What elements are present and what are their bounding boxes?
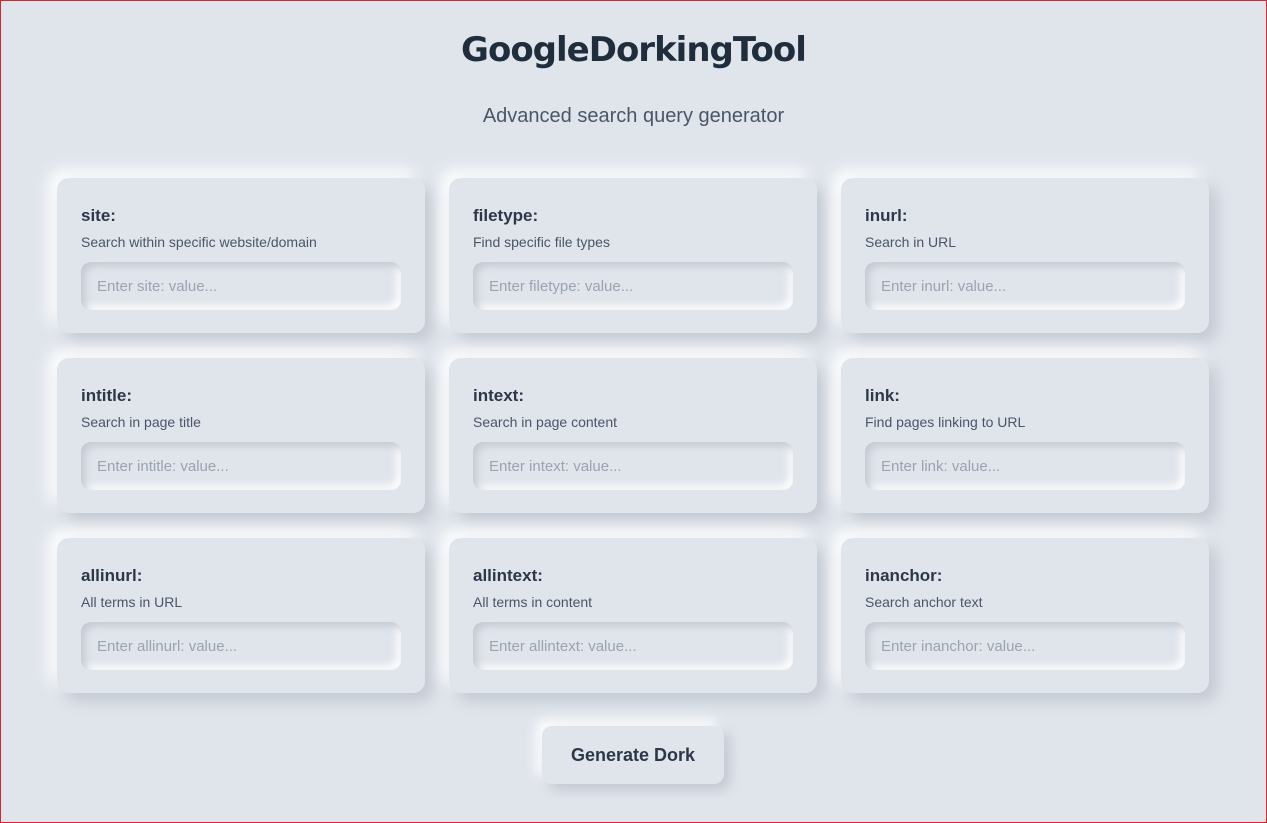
operator-description: Find pages linking to URL — [865, 414, 1026, 430]
operator-card-inanchor: inanchor: Search anchor text — [841, 538, 1209, 693]
operator-card-intitle: intitle: Search in page title — [57, 358, 425, 513]
operator-description: Search within specific website/domain — [81, 234, 317, 250]
inanchor-input[interactable] — [865, 622, 1185, 670]
site-input[interactable] — [81, 262, 401, 310]
operator-description: All terms in URL — [81, 594, 183, 610]
operator-description: Search in page title — [81, 414, 201, 430]
inurl-input[interactable] — [865, 262, 1185, 310]
operator-card-allinurl: allinurl: All terms in URL — [57, 538, 425, 693]
operator-label: intitle: — [81, 386, 132, 405]
operator-label: inanchor: — [865, 566, 943, 585]
operator-card-link: link: Find pages linking to URL — [841, 358, 1209, 513]
operator-label: allinurl: — [81, 566, 143, 585]
link-input[interactable] — [865, 442, 1185, 490]
operator-card-intext: intext: Search in page content — [449, 358, 817, 513]
operator-label: inurl: — [865, 206, 908, 225]
operator-description: All terms in content — [473, 594, 593, 610]
operator-label: link: — [865, 386, 900, 405]
generate-dork-button[interactable]: Generate Dork — [542, 726, 724, 784]
operator-description: Search in URL — [865, 234, 957, 250]
intitle-input[interactable] — [81, 442, 401, 490]
operator-description: Find specific file types — [473, 234, 610, 250]
operator-label: site: — [81, 206, 116, 225]
page-subtitle: Advanced search query generator — [482, 105, 785, 127]
operator-label: intext: — [473, 386, 524, 405]
operator-label: filetype: — [473, 206, 539, 225]
allintext-input[interactable] — [473, 622, 793, 670]
operator-card-site: site: Search within specific website/dom… — [57, 178, 425, 333]
filetype-input[interactable] — [473, 262, 793, 310]
operator-card-allintext: allintext: All terms in content — [449, 538, 817, 693]
allinurl-input[interactable] — [81, 622, 401, 670]
operator-description: Search anchor text — [865, 594, 983, 610]
operator-card-inurl: inurl: Search in URL — [841, 178, 1209, 333]
operator-card-filetype: filetype: Find specific file types — [449, 178, 817, 333]
page-title: GoogleDorkingTool — [461, 30, 807, 70]
intext-input[interactable] — [473, 442, 793, 490]
operator-description: Search in page content — [473, 414, 617, 430]
operator-label: allintext: — [473, 566, 543, 585]
operator-grid: site: Search within specific website/dom… — [57, 178, 1209, 693]
